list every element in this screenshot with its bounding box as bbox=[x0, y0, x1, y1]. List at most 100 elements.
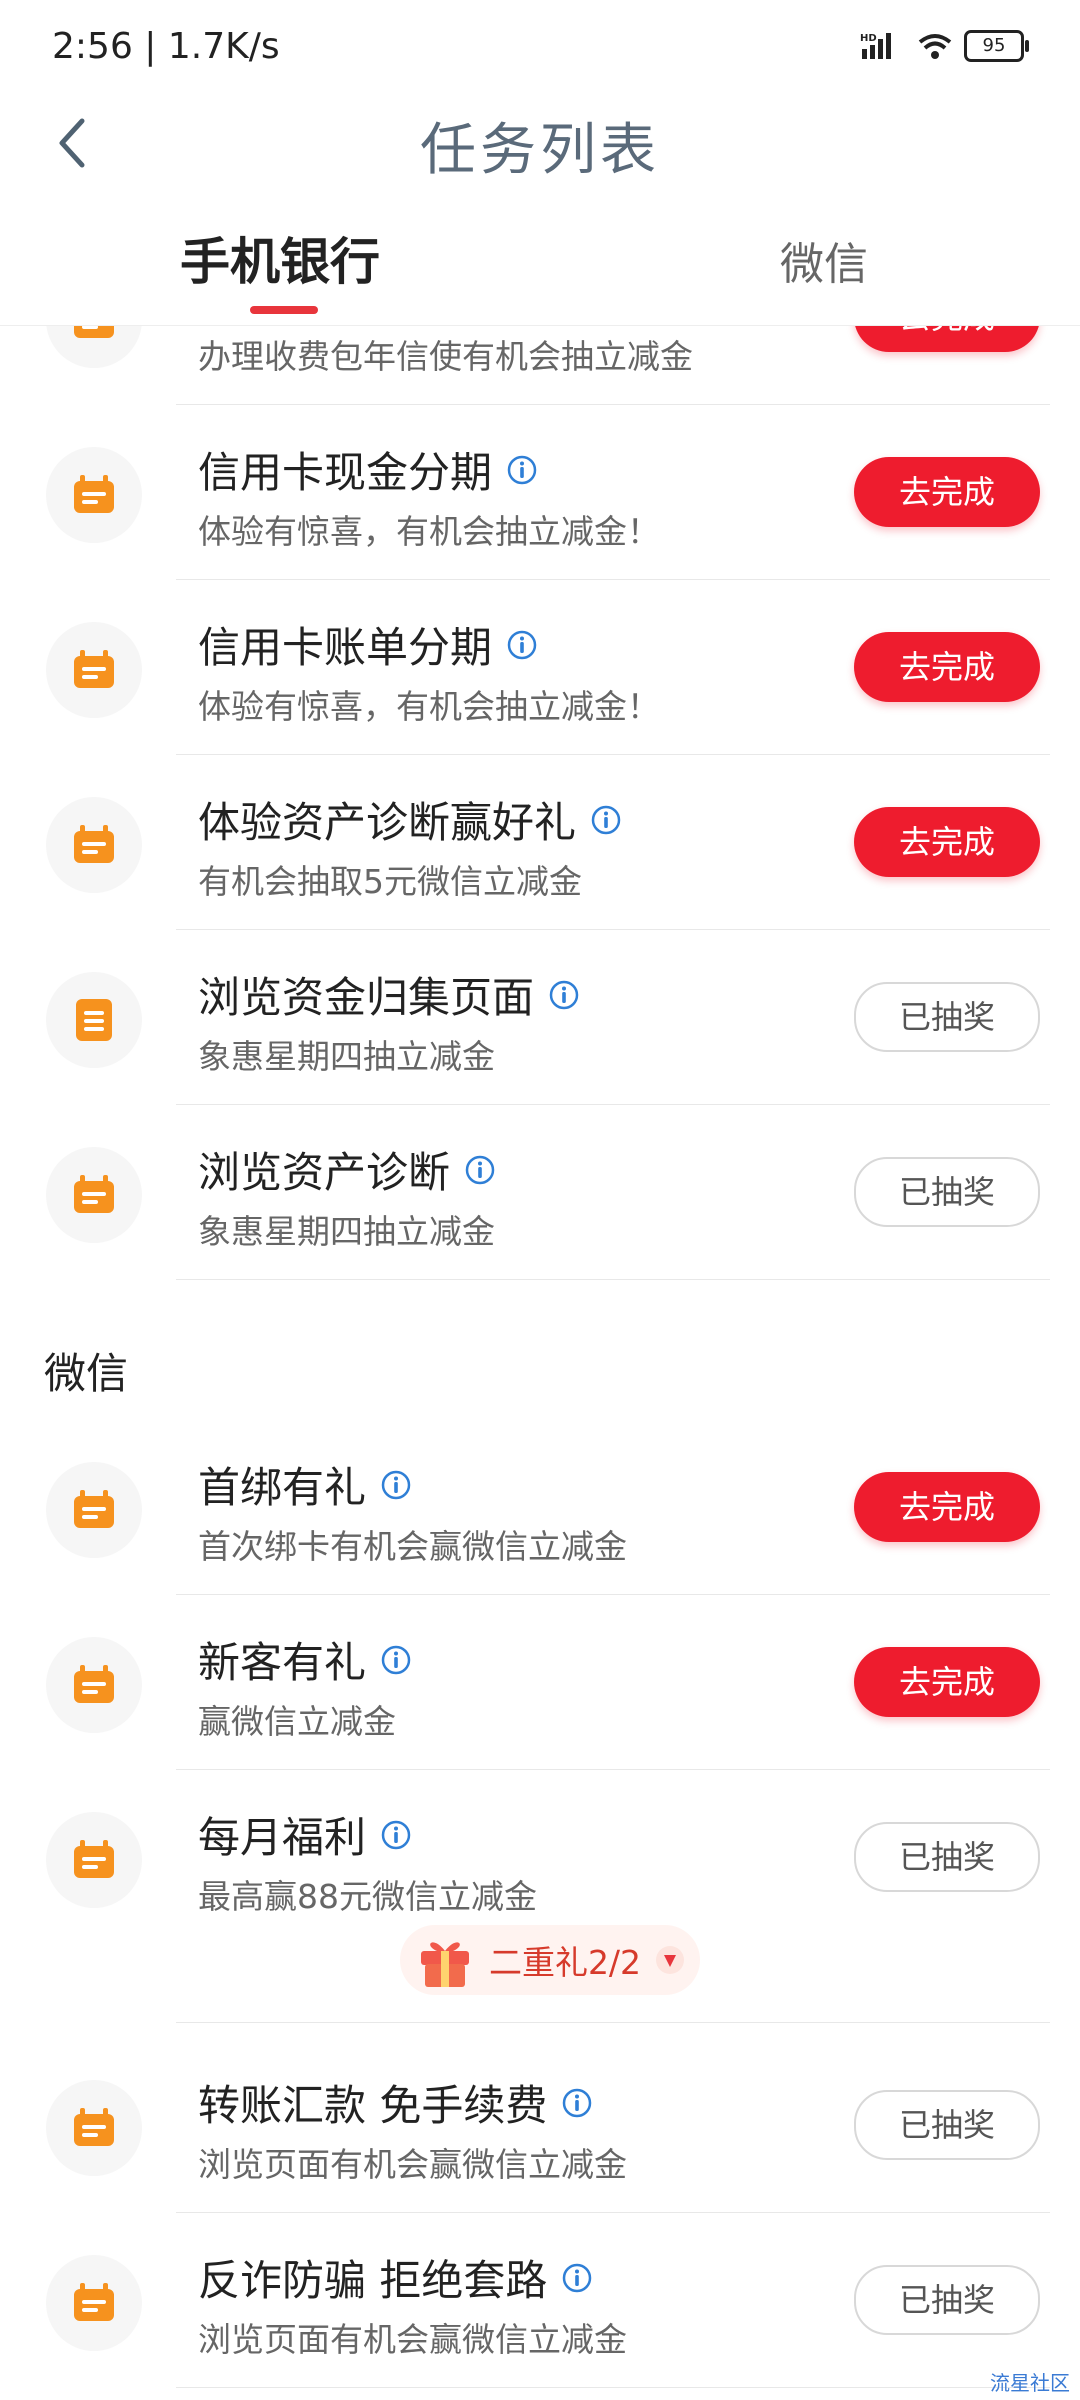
watermark: 流星社区 bbox=[990, 2371, 1070, 2395]
task-title: 新客有礼 bbox=[198, 1629, 412, 1690]
divider bbox=[176, 2387, 1050, 2388]
task-title: 首绑有礼 bbox=[198, 1454, 412, 1515]
task-title-text: 新客有礼 bbox=[198, 1638, 367, 1687]
task-icon-wrap bbox=[46, 1637, 142, 1733]
task-subtitle: 有机会抽取5元微信立减金 bbox=[198, 862, 582, 901]
gift-pill[interactable]: 二重礼2/2 bbox=[400, 1925, 700, 1995]
calendar-icon bbox=[74, 2108, 114, 2146]
tab-active-indicator bbox=[250, 306, 318, 314]
task-row[interactable]: 信用卡现金分期 体验有惊喜，有机会抽立减金！ 去完成 bbox=[0, 405, 1080, 580]
task-title: 浏览资产诊断 bbox=[198, 1139, 496, 1200]
calendar-icon bbox=[74, 825, 114, 863]
divider bbox=[176, 2022, 1050, 2023]
task-title-text: 转账汇款 免手续费 bbox=[198, 2081, 548, 2130]
task-icon-wrap bbox=[46, 972, 142, 1068]
svg-text:HD: HD bbox=[860, 33, 877, 44]
complete-button[interactable]: 去完成 bbox=[854, 1647, 1040, 1717]
info-icon[interactable] bbox=[506, 454, 538, 486]
task-icon-wrap bbox=[46, 2255, 142, 2351]
drawn-button[interactable]: 已抽奖 bbox=[854, 982, 1040, 1052]
task-row[interactable]: 体验资产诊断赢好礼 有机会抽取5元微信立减金 去完成 bbox=[0, 755, 1080, 930]
calendar-icon bbox=[74, 1490, 114, 1528]
drawn-button[interactable]: 已抽奖 bbox=[854, 1157, 1040, 1227]
gift-label: 二重礼2/2 bbox=[488, 1943, 642, 1982]
tab-mobile-banking[interactable]: 手机银行 bbox=[180, 222, 380, 294]
task-icon-wrap bbox=[46, 2080, 142, 2176]
calendar-icon bbox=[74, 650, 114, 688]
signal-icon: HD bbox=[860, 33, 891, 59]
complete-button[interactable]: 去完成 bbox=[854, 1472, 1040, 1542]
arrow-down-icon bbox=[656, 1946, 685, 1974]
divider bbox=[176, 1279, 1050, 1280]
task-subtitle: 浏览页面有机会赢微信立减金 bbox=[198, 2320, 627, 2359]
calendar-icon bbox=[74, 1175, 114, 1213]
task-subtitle: 办理收费包年信使有机会抽立减金 bbox=[198, 337, 693, 376]
drawn-button[interactable]: 已抽奖 bbox=[854, 2090, 1040, 2160]
task-icon-wrap bbox=[46, 447, 142, 543]
info-icon[interactable] bbox=[561, 2087, 593, 2119]
drawn-button[interactable]: 已抽奖 bbox=[854, 1822, 1040, 1892]
gift-icon bbox=[420, 1942, 469, 1987]
info-icon[interactable] bbox=[561, 2262, 593, 2294]
task-title-text: 浏览资产诊断 bbox=[198, 1148, 451, 1197]
status-bar: 2:56 | 1.7K/s HD 95 bbox=[0, 0, 1080, 95]
info-icon[interactable] bbox=[464, 1154, 496, 1186]
task-icon-wrap bbox=[46, 797, 142, 893]
task-icon-wrap bbox=[46, 1147, 142, 1243]
task-row[interactable]: 浏览资产诊断 象惠星期四抽立减金 已抽奖 bbox=[0, 1105, 1080, 1280]
calendar-icon bbox=[74, 1665, 114, 1703]
task-subtitle: 体验有惊喜，有机会抽立减金！ bbox=[198, 512, 660, 551]
drawn-button[interactable]: 已抽奖 bbox=[854, 2265, 1040, 2335]
info-icon[interactable] bbox=[380, 1469, 412, 1501]
calendar-icon bbox=[74, 2283, 114, 2321]
task-row[interactable]: 反诈防骗 拒绝套路 浏览页面有机会赢微信立减金 已抽奖 bbox=[0, 2213, 1080, 2388]
complete-button[interactable]: 去完成 bbox=[854, 807, 1040, 877]
complete-button[interactable]: 去完成 bbox=[854, 457, 1040, 527]
status-time: 2:56 | 1.7K/s bbox=[52, 26, 280, 67]
task-icon-wrap bbox=[46, 1812, 142, 1908]
task-subtitle: 赢微信立减金 bbox=[198, 1702, 396, 1741]
task-title: 信用卡账单分期 bbox=[198, 614, 538, 675]
task-title-text: 体验资产诊断赢好礼 bbox=[198, 798, 577, 847]
tab-wechat[interactable]: 微信 bbox=[780, 228, 868, 292]
calendar-icon bbox=[74, 475, 114, 513]
info-icon[interactable] bbox=[590, 804, 622, 836]
task-row[interactable]: 每月福利 最高赢88元微信立减金 已抽奖 bbox=[0, 1770, 1080, 1950]
wifi-icon bbox=[918, 34, 952, 59]
task-icon-wrap bbox=[46, 622, 142, 718]
task-row[interactable]: 转账汇款 免手续费 浏览页面有机会赢微信立减金 已抽奖 bbox=[0, 2038, 1080, 2213]
info-icon[interactable] bbox=[380, 1819, 412, 1851]
task-title-text: 浏览资金归集页面 bbox=[198, 973, 535, 1022]
info-icon[interactable] bbox=[380, 1644, 412, 1676]
task-title: 反诈防骗 拒绝套路 bbox=[198, 2247, 593, 2308]
task-title-text: 反诈防骗 拒绝套路 bbox=[198, 2256, 548, 2305]
task-row[interactable]: 浏览资金归集页面 象惠星期四抽立减金 已抽奖 bbox=[0, 930, 1080, 1105]
task-row[interactable]: 信用卡账单分期 体验有惊喜，有机会抽立减金！ 去完成 bbox=[0, 580, 1080, 755]
section-title-wechat: 微信 bbox=[44, 1349, 129, 1398]
info-icon[interactable] bbox=[548, 979, 580, 1011]
task-title: 每月福利 bbox=[198, 1804, 412, 1865]
task-title-text: 首绑有礼 bbox=[198, 1463, 367, 1512]
complete-button[interactable]: 去完成 bbox=[854, 632, 1040, 702]
info-icon[interactable] bbox=[506, 629, 538, 661]
task-subtitle: 象惠星期四抽立减金 bbox=[198, 1212, 495, 1251]
task-title: 转账汇款 免手续费 bbox=[198, 2072, 593, 2133]
task-subtitle: 象惠星期四抽立减金 bbox=[198, 1037, 495, 1076]
task-title: 体验资产诊断赢好礼 bbox=[198, 789, 622, 850]
task-subtitle: 浏览页面有机会赢微信立减金 bbox=[198, 2145, 627, 2184]
task-subtitle: 体验有惊喜，有机会抽立减金！ bbox=[198, 687, 660, 726]
calendar-icon bbox=[74, 1840, 114, 1878]
task-title: 浏览资金归集页面 bbox=[198, 964, 580, 1025]
task-title-text: 每月福利 bbox=[198, 1813, 367, 1862]
document-icon bbox=[76, 999, 112, 1041]
tab-bar: 手机银行 微信 bbox=[0, 200, 1080, 326]
status-icons: HD 95 bbox=[860, 30, 1029, 62]
task-title-text: 信用卡现金分期 bbox=[198, 448, 493, 497]
task-row[interactable]: 首绑有礼 首次绑卡有机会赢微信立减金 去完成 bbox=[0, 1420, 1080, 1595]
task-title: 信用卡现金分期 bbox=[198, 439, 538, 500]
task-subtitle: 首次绑卡有机会赢微信立减金 bbox=[198, 1527, 627, 1566]
task-title-text: 信用卡账单分期 bbox=[198, 623, 493, 672]
task-icon-wrap bbox=[46, 1462, 142, 1558]
battery-icon: 95 bbox=[964, 30, 1029, 62]
task-row[interactable]: 新客有礼 赢微信立减金 去完成 bbox=[0, 1595, 1080, 1770]
